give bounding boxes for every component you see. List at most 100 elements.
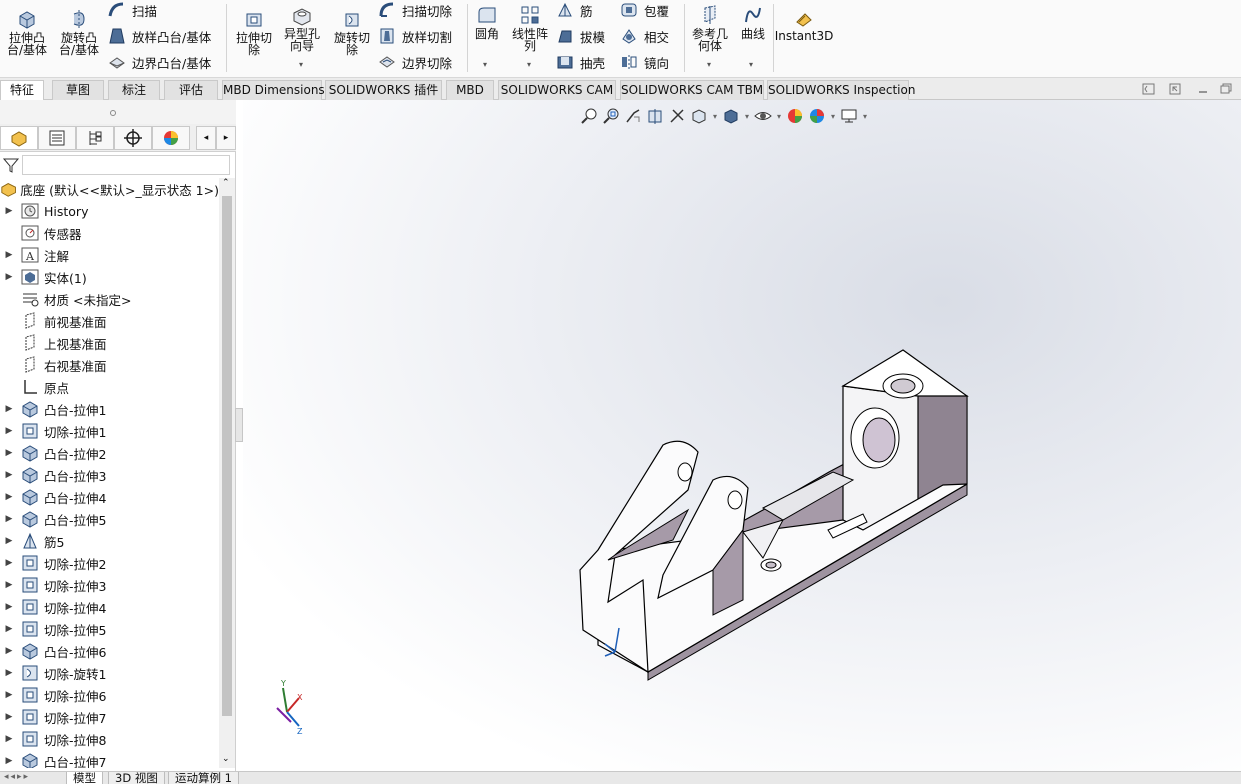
hole-wizard-dropdown[interactable]: ▾ bbox=[299, 60, 303, 69]
apply-scene-button[interactable] bbox=[806, 106, 828, 126]
minimize-icon[interactable] bbox=[1196, 82, 1210, 96]
tree-item[interactable]: ▶ 凸台-拉伸1 bbox=[0, 398, 219, 420]
boundary-cut-button[interactable]: 边界切除 bbox=[378, 52, 452, 72]
expand-arrow-icon[interactable]: ▶ bbox=[2, 690, 16, 700]
reference-geometry-button[interactable]: 参考几 何体 bbox=[688, 4, 732, 52]
tab-3d-view[interactable]: 3D 视图 bbox=[108, 772, 165, 784]
tree-vertical-scrollbar[interactable]: ⌃ ⌄ bbox=[219, 178, 235, 768]
draft-button[interactable]: 拔模 bbox=[556, 26, 605, 46]
tree-item[interactable]: ▶ History bbox=[0, 200, 219, 222]
tab-scroll-arrows-icon[interactable]: ◂◂▸▸ bbox=[4, 772, 30, 782]
tab-dimxpert-manager[interactable] bbox=[114, 126, 152, 150]
extrude-boss-button[interactable]: 拉伸凸 台/基体 bbox=[4, 8, 50, 56]
tab-model[interactable]: 模型 bbox=[66, 772, 103, 784]
scroll-thumb[interactable] bbox=[222, 196, 232, 716]
tree-item[interactable]: ▶ 切除-拉伸8 bbox=[0, 728, 219, 750]
tree-item[interactable]: ▶ 切除-拉伸3 bbox=[0, 574, 219, 596]
zoom-to-fit-button[interactable] bbox=[578, 106, 600, 126]
expand-arrow-icon[interactable]: ▶ bbox=[2, 734, 16, 744]
tree-item[interactable]: ▶ 切除-拉伸1 bbox=[0, 420, 219, 442]
expand-arrow-icon[interactable]: ▶ bbox=[2, 536, 16, 546]
tab-solidworks-addins[interactable]: SOLIDWORKS 插件 bbox=[325, 80, 442, 100]
revolve-boss-button[interactable]: 旋转凸 台/基体 bbox=[56, 8, 102, 56]
edit-appearance-button[interactable] bbox=[784, 106, 806, 126]
expand-arrow-icon[interactable]: ▶ bbox=[2, 624, 16, 634]
scroll-down-icon[interactable]: ⌄ bbox=[222, 754, 230, 764]
revolve-cut-button[interactable]: 旋转切 除 bbox=[330, 8, 374, 56]
filter-icon[interactable] bbox=[2, 156, 20, 174]
reference-geometry-dropdown[interactable]: ▾ bbox=[707, 60, 711, 69]
tree-item[interactable]: ▶ 凸台-拉伸3 bbox=[0, 464, 219, 486]
expand-arrow-icon[interactable]: ▶ bbox=[2, 580, 16, 590]
view-settings-button[interactable] bbox=[838, 106, 860, 126]
tree-item[interactable]: ▶ 切除-拉伸5 bbox=[0, 618, 219, 640]
view-orientation-dropdown[interactable]: ▾ bbox=[710, 112, 720, 121]
tree-item[interactable]: ▶ 切除-拉伸4 bbox=[0, 596, 219, 618]
expand-arrow-icon[interactable]: ▶ bbox=[2, 514, 16, 524]
tree-item[interactable]: ▶ 筋5 bbox=[0, 530, 219, 552]
tab-solidworks-inspection[interactable]: SOLIDWORKS Inspection bbox=[767, 80, 915, 100]
expand-arrow-icon[interactable]: ▶ bbox=[2, 206, 16, 216]
tree-item[interactable]: ▶ A 注解 bbox=[0, 244, 219, 266]
curves-dropdown[interactable]: ▾ bbox=[749, 60, 753, 69]
tree-item[interactable]: ▶ 凸台-拉伸5 bbox=[0, 508, 219, 530]
sweep-cut-button[interactable]: 扫描切除 bbox=[378, 0, 452, 20]
hole-wizard-button[interactable]: 异型孔 向导 bbox=[280, 4, 324, 52]
tree-item[interactable]: ▶ 凸台-拉伸4 bbox=[0, 486, 219, 508]
linear-pattern-dropdown[interactable]: ▾ bbox=[527, 60, 531, 69]
tree-item[interactable]: ▶ 切除-拉伸7 bbox=[0, 706, 219, 728]
tab-feature-manager[interactable] bbox=[0, 126, 38, 150]
wrap-button[interactable]: 包覆 bbox=[620, 0, 669, 20]
view-settings-dropdown[interactable]: ▾ bbox=[860, 112, 870, 121]
tab-motion-study[interactable]: 运动算例 1 bbox=[168, 772, 239, 784]
tab-sketch[interactable]: 草图 bbox=[52, 80, 104, 100]
tab-mbd[interactable]: MBD bbox=[446, 80, 494, 100]
tab-display-manager[interactable] bbox=[152, 126, 190, 150]
tree-item[interactable]: ▶ 切除-拉伸2 bbox=[0, 552, 219, 574]
expand-arrow-icon[interactable]: ▶ bbox=[2, 404, 16, 414]
instant3d-button[interactable]: Instant3D bbox=[775, 10, 833, 42]
expand-arrow-icon[interactable]: ▶ bbox=[2, 558, 16, 568]
tab-markup[interactable]: 标注 bbox=[108, 80, 160, 100]
tab-mbd-dimensions[interactable]: MBD Dimensions bbox=[222, 80, 325, 100]
expand-arrow-icon[interactable]: ▶ bbox=[2, 756, 16, 766]
tree-item[interactable]: 原点 bbox=[0, 376, 219, 398]
tree-item[interactable]: ▶ 凸台-拉伸2 bbox=[0, 442, 219, 464]
intersect-button[interactable]: 相交 bbox=[620, 26, 669, 46]
restore-panel-icon[interactable] bbox=[1168, 82, 1182, 96]
fillet-button[interactable]: 圆角 bbox=[470, 4, 504, 40]
dynamic-annotation-button[interactable] bbox=[666, 106, 688, 126]
tree-item[interactable]: 前视基准面 bbox=[0, 310, 219, 332]
expand-arrow-icon[interactable]: ▶ bbox=[2, 470, 16, 480]
tree-item[interactable]: 材质 <未指定> bbox=[0, 288, 219, 310]
expand-arrow-icon[interactable]: ▶ bbox=[2, 712, 16, 722]
zoom-to-area-button[interactable] bbox=[600, 106, 622, 126]
expand-arrow-icon[interactable]: ▶ bbox=[2, 668, 16, 678]
expand-arrow-icon[interactable]: ▶ bbox=[2, 448, 16, 458]
expand-arrow-icon[interactable]: ▶ bbox=[2, 646, 16, 656]
split-view-icon[interactable] bbox=[1142, 82, 1156, 96]
fillet-dropdown[interactable]: ▾ bbox=[483, 60, 487, 69]
sweep-button[interactable]: 扫描 bbox=[108, 0, 157, 20]
tree-item[interactable]: 上视基准面 bbox=[0, 332, 219, 354]
panel-tabs-scroll-left[interactable]: ◂ bbox=[196, 126, 216, 150]
hide-show-items-button[interactable] bbox=[752, 106, 774, 126]
expand-arrow-icon[interactable]: ▶ bbox=[2, 492, 16, 502]
tree-item[interactable]: ▶ 切除-旋转1 bbox=[0, 662, 219, 684]
tab-configuration-manager[interactable] bbox=[76, 126, 114, 150]
expand-arrow-icon[interactable]: ▶ bbox=[2, 250, 16, 260]
curves-button[interactable]: 曲线 bbox=[736, 4, 770, 40]
expand-arrow-icon[interactable]: ▶ bbox=[2, 426, 16, 436]
linear-pattern-button[interactable]: 线性阵 列 bbox=[508, 4, 552, 52]
restore-window-icon[interactable] bbox=[1219, 82, 1233, 96]
display-style-dropdown[interactable]: ▾ bbox=[742, 112, 752, 121]
loft-boss-button[interactable]: 放样凸台/基体 bbox=[108, 26, 211, 46]
tree-item[interactable]: 右视基准面 bbox=[0, 354, 219, 376]
scene-dropdown[interactable]: ▾ bbox=[828, 112, 838, 121]
tab-solidworks-cam[interactable]: SOLIDWORKS CAM bbox=[498, 80, 616, 100]
loft-cut-button[interactable]: 放样切割 bbox=[378, 26, 452, 46]
tree-root-part[interactable]: 底座 (默认<<默认>_显示状态 1>) bbox=[0, 178, 219, 200]
mirror-button[interactable]: 镜向 bbox=[620, 52, 669, 72]
panel-collapse-handle[interactable] bbox=[235, 408, 243, 442]
tree-item[interactable]: ▶ 凸台-拉伸6 bbox=[0, 640, 219, 662]
